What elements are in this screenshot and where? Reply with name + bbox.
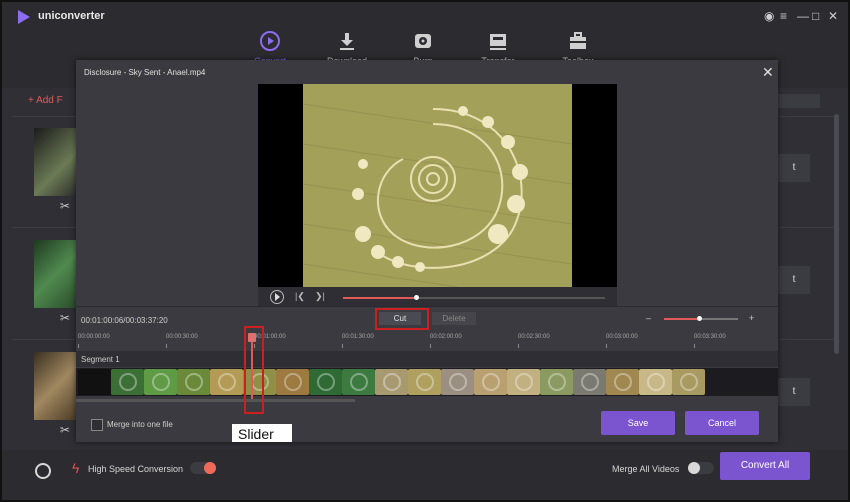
ruler-tick [166, 344, 167, 348]
filmstrip-frame [441, 369, 474, 395]
ruler-tick [518, 344, 519, 348]
zoom-in-icon[interactable]: + [749, 313, 754, 323]
trim-icon[interactable]: ✂ [60, 199, 70, 213]
toolbox-icon [570, 32, 586, 49]
file-thumbnail[interactable] [34, 240, 78, 308]
ruler-tick [342, 344, 343, 348]
schedule-clock-icon[interactable] [35, 463, 51, 479]
filmstrip-frame [606, 369, 639, 395]
app-window: uniconverter ◉ ≡ — □ ✕ Convert Download … [0, 0, 850, 502]
toggle-knob [688, 462, 700, 474]
high-speed-toggle[interactable] [190, 462, 216, 474]
segment-label: Segment 1 [81, 355, 120, 364]
account-icon[interactable]: ◉ [764, 9, 774, 23]
editor-divider [76, 306, 778, 307]
file-thumbnail[interactable] [34, 352, 78, 420]
close-window-icon[interactable]: ✕ [828, 9, 838, 23]
ruler-tick [78, 344, 79, 348]
cancel-button[interactable]: Cancel [685, 411, 759, 435]
output-format-select[interactable] [778, 94, 820, 108]
filmstrip-frame [672, 369, 705, 395]
ruler-tick-label: 00:02:30:00 [518, 334, 550, 340]
add-files-button[interactable]: + Add F [28, 95, 63, 106]
convert-all-button[interactable]: Convert All [720, 452, 810, 480]
timecode: 00:01:00:06/00:03:37:20 [81, 316, 168, 325]
convert-file-button[interactable]: t [778, 378, 810, 406]
timeline-scrollbar[interactable] [76, 399, 355, 402]
filmstrip-frame [309, 369, 342, 395]
filmstrip-frame [375, 369, 408, 395]
filmstrip-frame [573, 369, 606, 395]
merge-all-toggle[interactable] [688, 462, 714, 474]
list-scrollbar[interactable] [834, 114, 839, 354]
filmstrip-frame [540, 369, 573, 395]
menu-icon[interactable]: ≡ [780, 9, 787, 23]
trim-dialog: Disclosure - Sky Sent - Anael.mp4 ✕ |❮ ❯… [76, 60, 778, 442]
ruler-tick-label: 00:00:30:00 [166, 334, 198, 340]
filmstrip-frame [78, 369, 111, 395]
video-preview [258, 84, 617, 288]
merge-into-one-checkbox[interactable] [91, 419, 103, 431]
convert-file-button[interactable]: t [778, 154, 810, 182]
filmstrip-frame [639, 369, 672, 395]
previous-frame-icon[interactable]: |❮ [295, 291, 305, 302]
lightning-icon: ϟ [72, 460, 80, 476]
convert-file-button[interactable]: t [778, 266, 810, 294]
high-speed-label: High Speed Conversion [88, 464, 184, 474]
playback-progress-fill [343, 297, 417, 299]
download-icon [340, 33, 354, 50]
filmstrip-frame [507, 369, 540, 395]
play-icon [275, 293, 280, 301]
ruler-tick-label: 00:02:00:00 [430, 334, 462, 340]
filmstrip-frame [210, 369, 243, 395]
filmstrip-frame [276, 369, 309, 395]
zoom-slider-fill [664, 318, 699, 320]
filmstrip-frame [408, 369, 441, 395]
file-thumbnail[interactable] [34, 128, 78, 196]
cut-button-highlight [375, 308, 429, 330]
filmstrip-frame [474, 369, 507, 395]
merge-all-label: Merge All Videos [612, 464, 680, 474]
delete-button[interactable]: Delete [432, 312, 476, 325]
ruler-tick-label: 00:00:00:00 [78, 334, 110, 340]
dialog-title: Disclosure - Sky Sent - Anael.mp4 [84, 68, 206, 77]
ruler-tick [694, 344, 695, 348]
burn-icon [415, 34, 431, 48]
app-logo-icon [18, 10, 30, 24]
segment-row [76, 351, 778, 367]
ruler-tick-label: 00:01:30:00 [342, 334, 374, 340]
filmstrip-frame [177, 369, 210, 395]
toggle-knob [204, 462, 216, 474]
trim-icon[interactable]: ✂ [60, 423, 70, 437]
trim-icon[interactable]: ✂ [60, 311, 70, 325]
ruler-tick [430, 344, 431, 348]
ruler-tick-label: 00:03:30:00 [694, 334, 726, 340]
minimize-icon[interactable]: — [797, 9, 809, 23]
maximize-icon[interactable]: □ [812, 9, 819, 23]
ruler-tick-label: 00:03:00:00 [606, 334, 638, 340]
video-frame [302, 84, 573, 288]
close-dialog-icon[interactable]: ✕ [762, 64, 774, 81]
transfer-icon [490, 34, 506, 50]
filmstrip-frame [342, 369, 375, 395]
slider-highlight [244, 326, 264, 414]
zoom-slider-knob[interactable] [696, 316, 702, 321]
save-button[interactable]: Save [601, 411, 675, 435]
merge-into-one-label: Merge into one file [107, 420, 173, 429]
ruler-tick [606, 344, 607, 348]
filmstrip-frame [144, 369, 177, 395]
zoom-out-icon[interactable]: – [646, 313, 651, 323]
app-name: uniconverter [38, 10, 105, 22]
title-bar: uniconverter ◉ ≡ — □ ✕ [2, 2, 848, 32]
slider-annotation-caption: Slider [238, 426, 274, 442]
next-frame-icon[interactable]: ❯| [315, 291, 325, 302]
filmstrip-frame [111, 369, 144, 395]
convert-icon [260, 31, 280, 51]
